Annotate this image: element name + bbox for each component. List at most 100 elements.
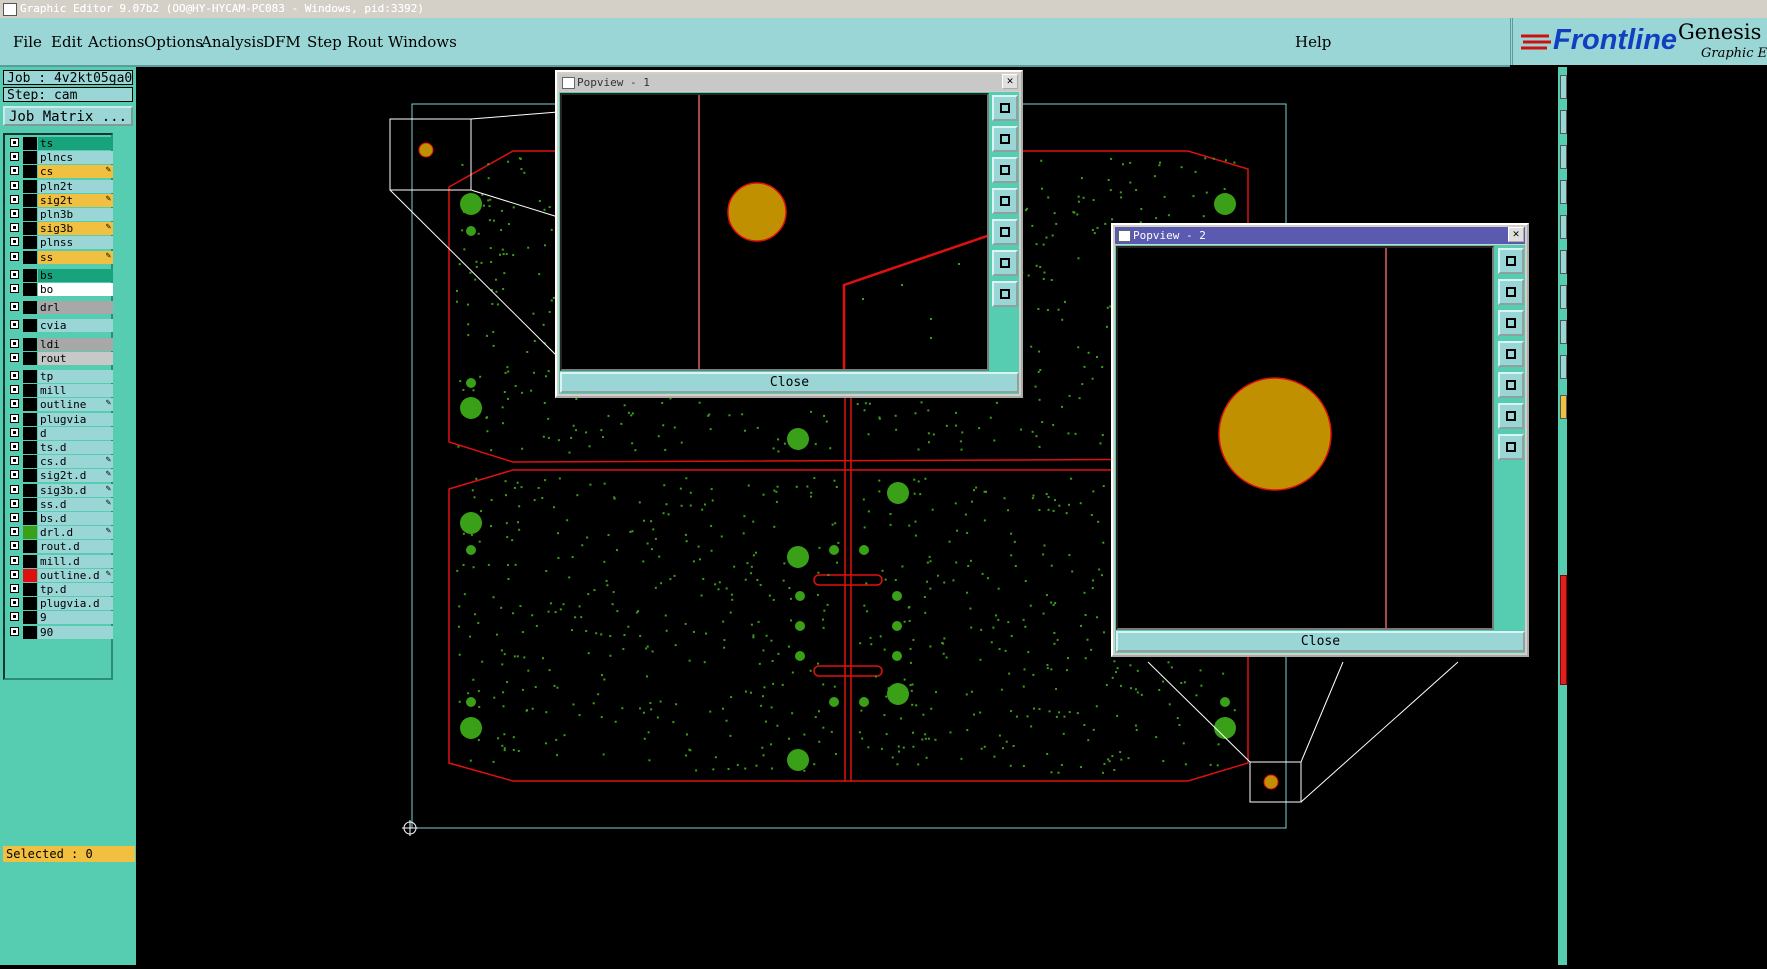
layer-checkbox[interactable] bbox=[10, 498, 19, 508]
layer-color-swatch[interactable] bbox=[23, 583, 37, 596]
popview-1-titlebar[interactable]: Popview - 1 bbox=[559, 74, 1019, 91]
layer-checkbox[interactable] bbox=[10, 223, 19, 233]
zoom-in-icon[interactable] bbox=[1498, 403, 1524, 429]
layer-row-rout-d[interactable]: rout.d bbox=[7, 540, 113, 554]
right-tool-button[interactable] bbox=[1560, 320, 1567, 344]
menu-actions[interactable]: Actions bbox=[88, 33, 144, 51]
layer-row-bs[interactable]: bs bbox=[7, 268, 113, 282]
layer-checkbox[interactable] bbox=[10, 626, 19, 636]
layer-checkbox[interactable] bbox=[10, 569, 19, 579]
layer-color-swatch[interactable] bbox=[23, 526, 37, 540]
layer-color-swatch[interactable] bbox=[23, 151, 37, 165]
layer-color-swatch[interactable] bbox=[23, 319, 37, 333]
popview-2-canvas[interactable] bbox=[1116, 246, 1494, 630]
right-tool-button[interactable] bbox=[1560, 285, 1567, 309]
popview-1-close-button[interactable]: Close bbox=[560, 372, 1019, 393]
layer-row-bo[interactable]: bo bbox=[7, 283, 113, 296]
zoom-fit-icon[interactable] bbox=[992, 95, 1018, 121]
layer-color-swatch[interactable] bbox=[23, 497, 37, 511]
pan-up-icon[interactable] bbox=[1498, 279, 1524, 305]
layer-checkbox[interactable] bbox=[10, 413, 19, 423]
layer-row-ss[interactable]: ss ✎ bbox=[7, 250, 113, 264]
layer-row-cvia[interactable]: cvia bbox=[7, 319, 113, 333]
layer-checkbox[interactable] bbox=[10, 194, 19, 204]
menu-options[interactable]: Options bbox=[144, 33, 203, 51]
layer-row-drl[interactable]: drl bbox=[7, 301, 113, 315]
popview-1-close-icon[interactable]: ✕ bbox=[1002, 74, 1018, 89]
right-tool-button[interactable] bbox=[1560, 75, 1567, 99]
layer-row-ts[interactable]: ts bbox=[7, 137, 113, 150]
layer-checkbox[interactable] bbox=[10, 470, 19, 480]
popview-1-canvas[interactable] bbox=[560, 93, 991, 371]
zoom-in-icon[interactable] bbox=[992, 250, 1018, 276]
layer-row-outline-d[interactable]: outline.d ✎ bbox=[7, 568, 113, 582]
layer-checkbox[interactable] bbox=[10, 269, 19, 279]
layer-checkbox[interactable] bbox=[10, 385, 19, 395]
layer-color-swatch[interactable] bbox=[23, 268, 37, 282]
layer-checkbox[interactable] bbox=[10, 456, 19, 466]
layer-checkbox[interactable] bbox=[10, 484, 19, 494]
right-tool-button[interactable] bbox=[1560, 180, 1567, 204]
layer-checkbox[interactable] bbox=[10, 180, 19, 190]
layer-row-9[interactable]: 9 bbox=[7, 611, 113, 625]
layer-row-tp[interactable]: tp bbox=[7, 370, 113, 383]
pan-left-icon[interactable] bbox=[992, 188, 1018, 214]
layer-row-plugvia-d[interactable]: plugvia.d bbox=[7, 597, 113, 611]
layer-checkbox[interactable] bbox=[10, 612, 19, 622]
layer-row-ts-d[interactable]: ts.d bbox=[7, 441, 113, 454]
layer-checkbox[interactable] bbox=[10, 541, 19, 551]
layer-checkbox[interactable] bbox=[10, 237, 19, 247]
layer-row-cs[interactable]: cs ✎ bbox=[7, 165, 113, 179]
layer-checkbox[interactable] bbox=[10, 442, 19, 451]
layer-checkbox[interactable] bbox=[10, 138, 19, 147]
layer-checkbox[interactable] bbox=[10, 527, 19, 537]
layer-color-swatch[interactable] bbox=[23, 236, 37, 250]
layer-checkbox[interactable] bbox=[10, 371, 19, 380]
layer-row-sig3b[interactable]: sig3b ✎ bbox=[7, 222, 113, 236]
layer-row-plugvia[interactable]: plugvia bbox=[7, 412, 113, 426]
layer-color-swatch[interactable] bbox=[23, 337, 37, 351]
layer-color-swatch[interactable] bbox=[23, 554, 37, 568]
layer-color-swatch[interactable] bbox=[23, 540, 37, 554]
popview-2-close-icon[interactable]: ✕ bbox=[1508, 227, 1524, 242]
layer-checkbox[interactable] bbox=[10, 209, 19, 218]
layer-color-swatch[interactable] bbox=[23, 301, 37, 315]
zoom-out-icon[interactable] bbox=[992, 281, 1018, 307]
layer-row-mill[interactable]: mill bbox=[7, 384, 113, 398]
layer-color-swatch[interactable] bbox=[23, 351, 37, 365]
right-tool-button[interactable] bbox=[1560, 355, 1567, 379]
popview-2-titlebar[interactable]: Popview - 2 bbox=[1115, 227, 1525, 244]
layer-color-swatch[interactable] bbox=[23, 625, 37, 639]
layer-color-swatch[interactable] bbox=[23, 412, 37, 426]
layer-row-cs-d[interactable]: cs.d ✎ bbox=[7, 455, 113, 469]
layer-row-mill-d[interactable]: mill.d bbox=[7, 554, 113, 568]
layer-checkbox[interactable] bbox=[10, 152, 19, 162]
layer-checkbox[interactable] bbox=[10, 166, 19, 176]
pan-down-icon[interactable] bbox=[992, 157, 1018, 183]
layer-row-ss-d[interactable]: ss.d ✎ bbox=[7, 497, 113, 511]
right-tool-button[interactable] bbox=[1560, 215, 1567, 239]
layer-row-drl-d[interactable]: drl.d ✎ bbox=[7, 526, 113, 540]
pan-up-icon[interactable] bbox=[992, 126, 1018, 152]
layer-row-plnss[interactable]: plnss bbox=[7, 236, 113, 250]
layer-row-sig2t-d[interactable]: sig2t.d ✎ bbox=[7, 469, 113, 483]
menu-help[interactable]: Help bbox=[1295, 33, 1331, 51]
layer-color-swatch[interactable] bbox=[23, 455, 37, 469]
menu-edit[interactable]: Edit bbox=[51, 33, 82, 51]
layer-row-90[interactable]: 90 bbox=[7, 625, 113, 639]
menu-rout[interactable]: Rout bbox=[347, 33, 383, 51]
layer-checkbox[interactable] bbox=[10, 399, 19, 409]
layer-row-d[interactable]: d bbox=[7, 426, 113, 440]
layer-row-bs-d[interactable]: bs.d bbox=[7, 512, 113, 525]
right-tool-button[interactable] bbox=[1560, 145, 1567, 169]
layer-color-swatch[interactable] bbox=[23, 426, 37, 440]
layer-color-swatch[interactable] bbox=[23, 611, 37, 625]
layer-checkbox[interactable] bbox=[10, 352, 19, 362]
layer-color-swatch[interactable] bbox=[23, 469, 37, 483]
layer-row-rout[interactable]: rout bbox=[7, 351, 113, 365]
pan-right-icon[interactable] bbox=[1498, 372, 1524, 398]
pan-left-icon[interactable] bbox=[1498, 341, 1524, 367]
layer-color-swatch[interactable] bbox=[23, 165, 37, 179]
layer-checkbox[interactable] bbox=[10, 555, 19, 565]
layer-row-plncs[interactable]: plncs bbox=[7, 151, 113, 165]
